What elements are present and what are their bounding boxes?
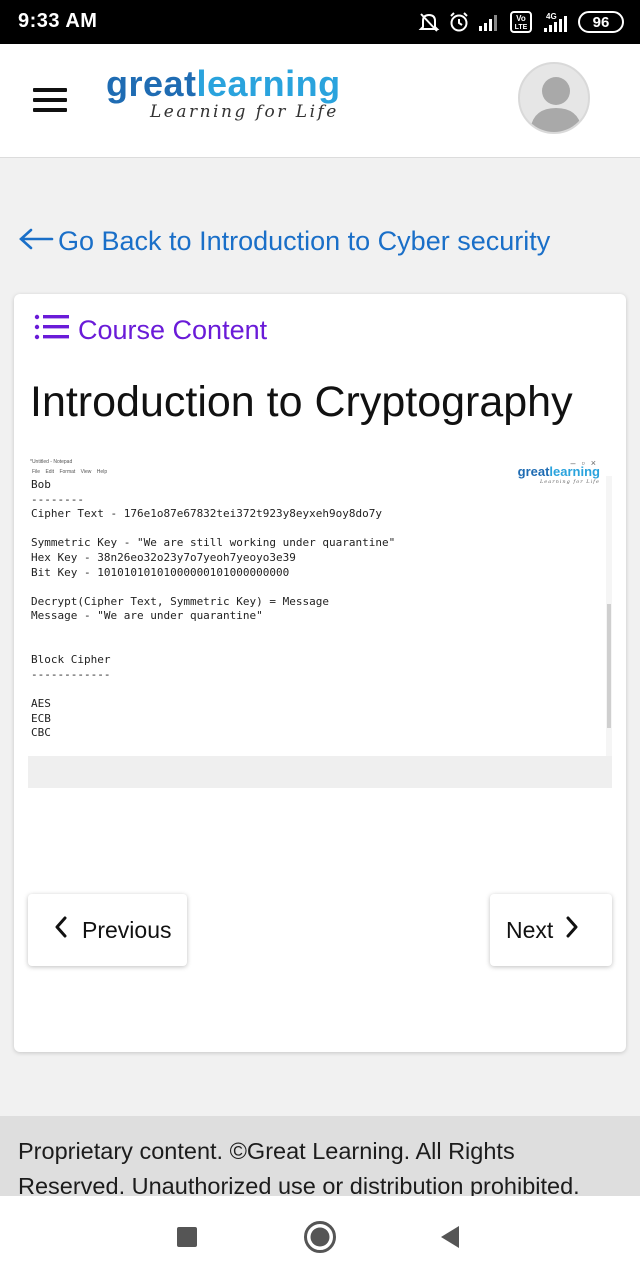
course-content-label: Course Content <box>78 315 268 345</box>
svg-text:Vo: Vo <box>516 14 526 23</box>
logo-tagline: Learning for Life <box>150 102 339 122</box>
lesson-card: Course Content Introduction to Cryptogra… <box>14 294 626 1052</box>
watermark-learning: learning <box>549 464 600 479</box>
system-navigation-bar <box>0 1196 640 1280</box>
alarm-icon <box>448 11 470 33</box>
status-time: 9:33 AM <box>18 10 98 32</box>
video-player[interactable]: *Untitled - Notepad File Edit Format Vie… <box>28 456 612 788</box>
svg-text:LTE: LTE <box>515 24 528 31</box>
video-frame-notepad: *Untitled - Notepad File Edit Format Vie… <box>28 456 612 756</box>
recent-apps-icon[interactable] <box>176 1226 198 1253</box>
video-watermark-logo: greatlearning Learning for Life <box>518 464 600 485</box>
home-icon[interactable] <box>303 1220 337 1259</box>
chevron-right-icon <box>565 916 579 944</box>
previous-label: Previous <box>82 916 172 943</box>
status-bar: 9:33 AM Vo LTE 4G 96 <box>0 0 640 44</box>
battery-indicator: 96 <box>578 11 624 33</box>
footer: Proprietary content. ©Great Learning. Al… <box>0 1116 640 1196</box>
logo-text-great: great <box>106 63 197 104</box>
arrow-left-icon <box>18 226 54 257</box>
greatlearning-logo[interactable]: greatlearning Learning for Life <box>106 63 341 123</box>
copyright-text: Proprietary content. ©Great Learning. Al… <box>18 1138 580 1196</box>
back-nav-icon[interactable] <box>438 1224 462 1255</box>
chevron-left-icon <box>54 916 68 944</box>
menu-icon[interactable] <box>33 88 67 114</box>
volte-icon: Vo LTE <box>510 11 532 33</box>
back-to-course-link[interactable]: Go Back to Introduction to Cyber securit… <box>18 226 550 257</box>
next-button[interactable]: Next <box>490 894 612 966</box>
user-avatar[interactable] <box>518 62 590 134</box>
svg-text:4G: 4G <box>546 12 557 21</box>
app-header: greatlearning Learning for Life <box>0 44 640 158</box>
status-icons: Vo LTE 4G 96 <box>418 9 624 35</box>
lesson-title: Introduction to Cryptography <box>30 378 573 426</box>
previous-button[interactable]: Previous <box>28 894 187 966</box>
back-link-label: Go Back to Introduction to Cyber securit… <box>58 226 551 256</box>
notepad-menu: File Edit Format View Help <box>32 469 108 475</box>
watermark-tagline: Learning for Life <box>539 479 600 485</box>
notepad-content: Bob -------- Cipher Text - 176e1o87e6783… <box>31 478 396 740</box>
signal-4g-icon: 4G <box>540 11 570 33</box>
mute-bell-icon <box>418 11 440 33</box>
user-icon <box>530 77 582 132</box>
notepad-title: *Untitled - Notepad <box>30 459 73 465</box>
signal-icon <box>478 12 502 32</box>
watermark-great: great <box>517 464 550 479</box>
logo-text-learning: learning <box>196 63 341 104</box>
list-icon <box>34 312 70 349</box>
course-content-button[interactable]: Course Content <box>34 312 267 349</box>
notepad-scrollbar <box>606 476 612 756</box>
next-label: Next <box>506 916 554 943</box>
